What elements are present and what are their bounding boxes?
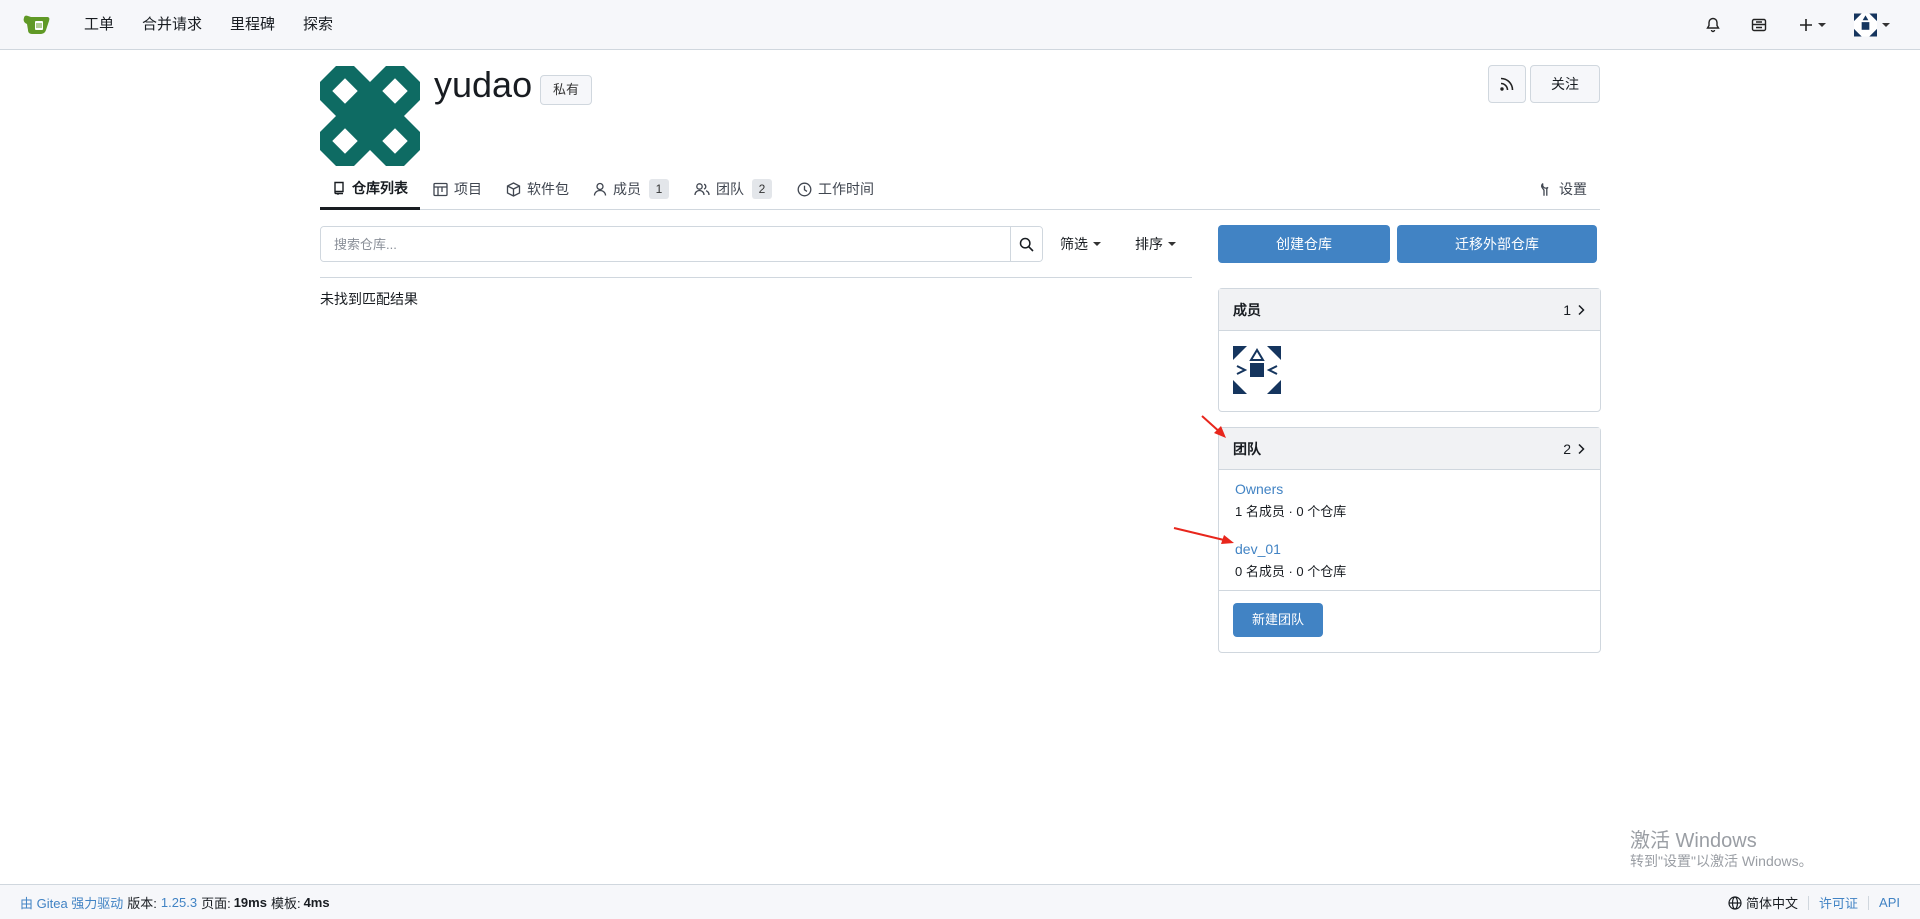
tab-settings-label: 设置 (1559, 181, 1587, 197)
new-team-button[interactable]: 新建团队 (1233, 603, 1323, 637)
team-meta-dev01: 0 名成员 · 0 个仓库 (1235, 564, 1347, 579)
template-time-label: 模板: (270, 896, 301, 911)
tab-repositories-label: 仓库列表 (352, 179, 408, 196)
team-link-dev01[interactable]: dev_01 (1235, 541, 1281, 557)
org-tabs: 仓库列表 项目 软件包 成员 1 团队 2 工作时间 设置 (320, 168, 1600, 210)
tab-worktime-label: 工作时间 (818, 181, 874, 197)
annotation-arrow-teams (1201, 415, 1226, 438)
team-meta-owners: 1 名成员 · 0 个仓库 (1235, 504, 1347, 519)
filter-label: 筛选 (1060, 236, 1088, 252)
license-link[interactable]: 许可证 (1819, 893, 1858, 912)
nav-pull-requests[interactable]: 合并请求 (128, 0, 216, 50)
bell-icon[interactable] (1702, 14, 1724, 36)
user-avatar[interactable] (1854, 13, 1890, 37)
inbox-icon[interactable] (1748, 14, 1770, 36)
tab-packages[interactable]: 软件包 (506, 168, 569, 210)
footer-separator (1868, 895, 1870, 910)
chevron-down-icon (1817, 23, 1826, 27)
chevron-down-icon (1882, 23, 1890, 27)
language-label: 简体中文 (1746, 896, 1799, 911)
page-time: 19ms (233, 895, 267, 910)
rss-feed-button[interactable] (1488, 65, 1526, 103)
search-icon (1019, 237, 1034, 252)
version-link[interactable]: 1.25.3 (161, 895, 197, 910)
tab-repositories[interactable]: 仓库列表 (320, 168, 420, 210)
package-icon (506, 181, 521, 197)
windows-activation-title: 激活 Windows (1630, 830, 1757, 852)
teams-count-badge: 2 (752, 179, 772, 199)
tab-members-label: 成员 (613, 181, 641, 197)
sort-label: 排序 (1135, 236, 1163, 252)
follow-button[interactable]: 关注 (1530, 65, 1600, 103)
nav-milestones[interactable]: 里程碑 (216, 0, 289, 50)
chevron-down-icon (1093, 242, 1101, 246)
people-icon (694, 183, 710, 196)
tab-settings[interactable]: 设置 (1539, 168, 1587, 210)
page-footer: 由 Gitea 强力驱动 版本: 1.25.3 页面: 19ms 模板: 4ms… (0, 884, 1920, 919)
tab-worktime[interactable]: 工作时间 (797, 168, 874, 210)
nav-right (1678, 0, 1890, 50)
template-time: 4ms (303, 895, 330, 910)
nav-explore[interactable]: 探索 (289, 0, 347, 50)
top-navbar: 工单 合并请求 里程碑 探索 (0, 0, 1920, 50)
filter-dropdown[interactable]: 筛选 (1060, 226, 1101, 262)
member-avatar[interactable] (1233, 346, 1281, 394)
tab-teams[interactable]: 团队 2 (694, 168, 772, 210)
migrate-repo-button[interactable]: 迁移外部仓库 (1397, 225, 1597, 263)
page-time-label: 页面: (201, 896, 231, 911)
tab-projects[interactable]: 项目 (433, 168, 482, 210)
person-icon (593, 182, 607, 196)
members-count: 1 (1563, 301, 1571, 318)
windows-activation-subtitle: 转到"设置"以激活 Windows。 (1630, 853, 1813, 869)
teams-card: 团队 2 Owners 1 名成员 · 0 个仓库 dev_01 0 名成员 ·… (1218, 427, 1601, 653)
tab-projects-label: 项目 (454, 181, 482, 197)
tool-icon (1541, 182, 1549, 196)
tab-members[interactable]: 成员 1 (593, 168, 669, 210)
globe-icon (1728, 895, 1742, 910)
version-label: 版本: (127, 896, 157, 911)
no-results-message: 未找到匹配结果 (320, 291, 418, 307)
powered-by-link[interactable]: 由 Gitea 强力驱动 (20, 893, 123, 912)
list-divider (320, 277, 1192, 278)
sort-dropdown[interactable]: 排序 (1135, 226, 1176, 262)
repo-icon (334, 181, 344, 195)
annotation-arrow-dev01 (1173, 527, 1234, 544)
footer-separator (1808, 895, 1810, 910)
api-link[interactable]: API (1879, 895, 1900, 910)
nav-issues[interactable]: 工单 (70, 0, 128, 50)
footer-left: 由 Gitea 强力驱动 版本: 1.25.3 页面: 19ms 模板: 4ms (20, 885, 330, 919)
repo-search-input[interactable] (321, 227, 1010, 261)
gitea-logo-icon[interactable] (22, 12, 52, 38)
members-card: 成员 1 (1218, 288, 1601, 412)
search-button[interactable] (1010, 227, 1042, 261)
members-card-title: 成员 (1233, 301, 1261, 318)
teams-card-header: 团队 2 (1219, 428, 1600, 470)
chevron-right-icon (1578, 443, 1585, 454)
org-avatar (320, 66, 420, 166)
plus-icon[interactable] (1794, 14, 1830, 36)
members-count-badge: 1 (649, 179, 669, 199)
members-card-header: 成员 1 (1219, 289, 1600, 331)
chevron-down-icon (1168, 242, 1176, 246)
rss-icon (1500, 77, 1514, 91)
card-separator (1219, 590, 1600, 591)
nav-menu: 工单 合并请求 里程碑 探索 (70, 0, 347, 50)
clock-icon (797, 182, 812, 196)
repo-search-box (320, 226, 1043, 262)
teams-card-title: 团队 (1233, 440, 1261, 457)
project-icon (433, 182, 448, 196)
tab-teams-label: 团队 (716, 181, 744, 197)
org-name: yudao (434, 64, 533, 105)
language-selector[interactable]: 简体中文 (1728, 893, 1798, 912)
private-badge: 私有 (540, 75, 593, 105)
chevron-right-icon (1578, 304, 1585, 315)
tab-packages-label: 软件包 (527, 181, 569, 197)
teams-count: 2 (1563, 440, 1571, 457)
create-repo-button[interactable]: 创建仓库 (1218, 225, 1390, 263)
footer-right: 简体中文 许可证 API (1728, 885, 1900, 919)
members-count-link[interactable]: 1 (1563, 302, 1586, 318)
teams-count-link[interactable]: 2 (1563, 441, 1586, 457)
team-link-owners[interactable]: Owners (1235, 481, 1283, 497)
